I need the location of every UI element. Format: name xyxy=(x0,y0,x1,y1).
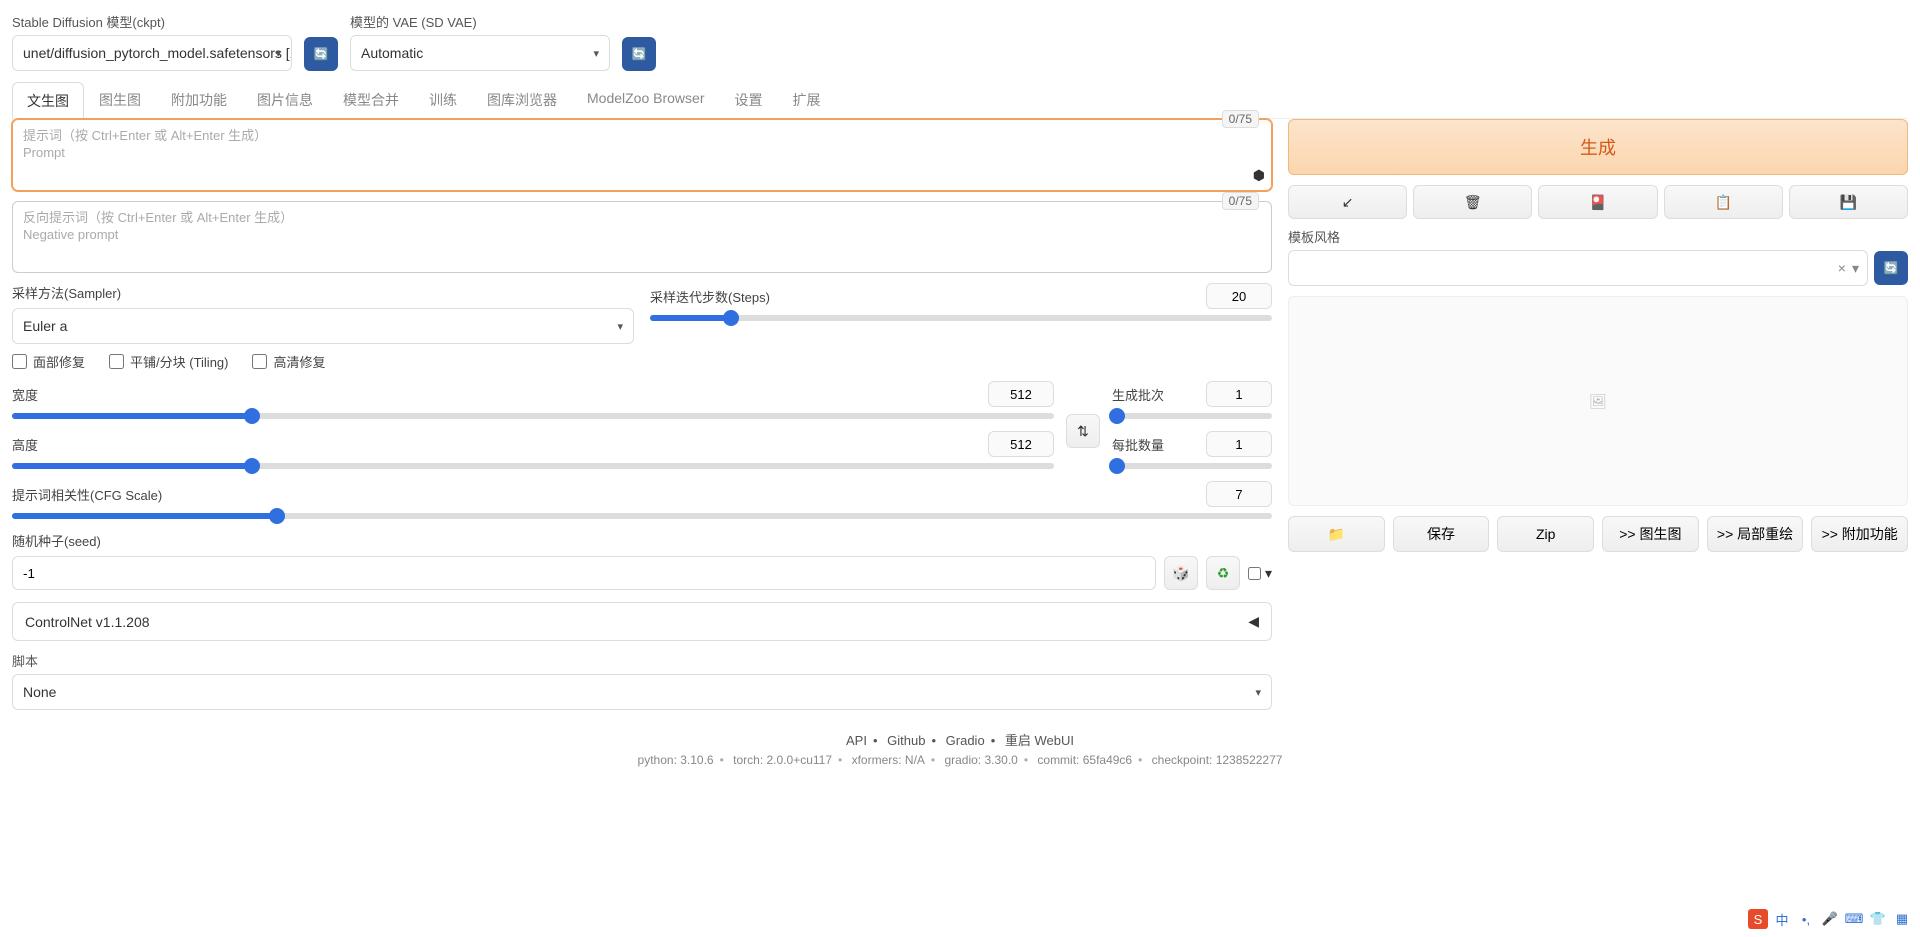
batch-count-slider[interactable] xyxy=(1112,413,1272,419)
seed-input[interactable] xyxy=(12,556,1156,590)
output-gallery[interactable]: 🖼 xyxy=(1288,296,1908,506)
hires-checkbox[interactable]: 高清修复 xyxy=(252,352,325,371)
send-extras-button[interactable]: >> 附加功能 xyxy=(1811,516,1908,552)
script-label: 脚本 xyxy=(12,651,1272,670)
script-select[interactable]: None xyxy=(12,674,1272,710)
generate-button[interactable]: 生成 xyxy=(1288,119,1908,175)
batch-size-slider[interactable] xyxy=(1112,463,1272,469)
tab-settings[interactable]: 设置 xyxy=(720,81,778,118)
tab-img2img[interactable]: 图生图 xyxy=(84,81,156,118)
tab-extras[interactable]: 附加功能 xyxy=(156,81,242,118)
tiling-checkbox[interactable]: 平铺/分块 (Tiling) xyxy=(109,352,228,371)
image-placeholder-icon: 🖼 xyxy=(1589,393,1607,410)
footer-api-link[interactable]: API xyxy=(846,733,867,748)
neg-placeholder-2: Negative prompt xyxy=(23,227,1261,244)
footer-gradio-link[interactable]: Gradio xyxy=(946,733,985,748)
tab-train[interactable]: 训练 xyxy=(414,81,472,118)
controlnet-accordion[interactable]: ControlNet v1.1.208 ◀ xyxy=(12,602,1272,641)
save-button[interactable]: 保存 xyxy=(1393,516,1490,552)
seed-label: 随机种子(seed) xyxy=(12,531,1272,550)
cfg-label: 提示词相关性(CFG Scale) xyxy=(12,485,1196,504)
tab-pnginfo[interactable]: 图片信息 xyxy=(242,81,328,118)
footer: API• Github• Gradio• 重启 WebUI python: 3.… xyxy=(12,730,1908,767)
interrogate-button[interactable]: ↙ xyxy=(1288,185,1407,219)
ime-keyboard-icon[interactable]: ⌨ xyxy=(1844,909,1864,929)
save-style-button[interactable]: 💾 xyxy=(1789,185,1908,219)
accordion-arrow-icon: ◀ xyxy=(1248,613,1259,630)
version-commit: commit: 65fa49c6 xyxy=(1037,753,1132,767)
checkpoint-select[interactable]: unet/diffusion_pytorch_model.safetensors… xyxy=(12,35,292,71)
steps-input[interactable] xyxy=(1206,283,1272,309)
width-slider[interactable] xyxy=(12,413,1054,419)
styles-select[interactable]: ×▾ xyxy=(1288,250,1868,286)
steps-slider[interactable] xyxy=(650,315,1272,321)
seed-reuse-button[interactable]: ♻ xyxy=(1206,556,1240,590)
tab-modelzoo[interactable]: ModelZoo Browser xyxy=(572,81,720,118)
batch-size-label: 每批数量 xyxy=(1112,435,1196,454)
paste-button[interactable]: 📋 xyxy=(1664,185,1783,219)
vae-refresh-button[interactable]: 🔄 xyxy=(622,37,656,71)
sampler-label: 采样方法(Sampler) xyxy=(12,283,634,302)
ime-lang-icon[interactable]: 中 xyxy=(1772,909,1792,929)
main-tabs: 文生图 图生图 附加功能 图片信息 模型合并 训练 图库浏览器 ModelZoo… xyxy=(12,81,1908,119)
version-torch: torch: 2.0.0+cu117 xyxy=(733,753,832,767)
styles-label: 模板风格 xyxy=(1288,227,1908,246)
cfg-slider[interactable] xyxy=(12,513,1272,519)
version-python: python: 3.10.6 xyxy=(638,753,714,767)
clear-icon[interactable]: × xyxy=(1838,260,1846,276)
tab-checkpoint-merger[interactable]: 模型合并 xyxy=(328,81,414,118)
batch-count-input[interactable] xyxy=(1206,381,1272,407)
height-label: 高度 xyxy=(12,435,978,454)
ime-punct-icon[interactable]: •, xyxy=(1796,909,1816,929)
cfg-input[interactable] xyxy=(1206,481,1272,507)
footer-github-link[interactable]: Github xyxy=(887,733,925,748)
width-input[interactable] xyxy=(988,381,1054,407)
send-img2img-button[interactable]: >> 图生图 xyxy=(1602,516,1699,552)
ime-mic-icon[interactable]: 🎤 xyxy=(1820,909,1840,929)
open-folder-button[interactable]: 📁 xyxy=(1288,516,1385,552)
negative-prompt-textarea[interactable]: 0/75 反向提示词（按 Ctrl+Enter 或 Alt+Enter 生成） … xyxy=(12,201,1272,273)
neg-token-count: 0/75 xyxy=(1222,192,1259,210)
tab-image-browser[interactable]: 图库浏览器 xyxy=(472,81,572,118)
vae-label: 模型的 VAE (SD VAE) xyxy=(350,12,610,31)
controlnet-title: ControlNet v1.1.208 xyxy=(25,614,150,630)
sampler-select[interactable]: Euler a xyxy=(12,308,634,344)
prompt-placeholder-1: 提示词（按 Ctrl+Enter 或 Alt+Enter 生成） xyxy=(23,128,1261,145)
batch-size-input[interactable] xyxy=(1206,431,1272,457)
zip-button[interactable]: Zip xyxy=(1497,516,1594,552)
styles-refresh-button[interactable]: 🔄 xyxy=(1874,251,1908,285)
prompt-token-count: 0/75 xyxy=(1222,110,1259,128)
ime-logo-icon[interactable]: S xyxy=(1748,909,1768,929)
height-slider[interactable] xyxy=(12,463,1054,469)
checkpoint-label: Stable Diffusion 模型(ckpt) xyxy=(12,12,292,31)
batch-count-label: 生成批次 xyxy=(1112,385,1196,404)
steps-label: 采样迭代步数(Steps) xyxy=(650,287,1196,306)
ime-toolbar: S 中 •, 🎤 ⌨ 👕 ▦ xyxy=(1748,909,1912,929)
vae-select[interactable]: Automatic xyxy=(350,35,610,71)
extra-networks-button[interactable]: 🎴 xyxy=(1538,185,1657,219)
height-input[interactable] xyxy=(988,431,1054,457)
swap-dimensions-button[interactable]: ⇅ xyxy=(1066,414,1100,448)
face-restore-checkbox[interactable]: 面部修复 xyxy=(12,352,85,371)
tab-txt2img[interactable]: 文生图 xyxy=(12,82,84,119)
version-gradio: gradio: 3.30.0 xyxy=(944,753,1017,767)
send-inpaint-button[interactable]: >> 局部重绘 xyxy=(1707,516,1804,552)
version-xformers: xformers: N/A xyxy=(852,753,925,767)
prompt-placeholder-2: Prompt xyxy=(23,145,1261,162)
seed-extra-checkbox[interactable]: ▾ xyxy=(1248,565,1272,582)
neg-placeholder-1: 反向提示词（按 Ctrl+Enter 或 Alt+Enter 生成） xyxy=(23,210,1261,227)
footer-reload-link[interactable]: 重启 WebUI xyxy=(1005,733,1074,748)
ime-skin-icon[interactable]: 👕 xyxy=(1868,909,1888,929)
version-checkpoint: checkpoint: 1238522277 xyxy=(1152,753,1283,767)
chevron-down-icon: ▾ xyxy=(1852,260,1859,277)
seed-random-button[interactable]: 🎲 xyxy=(1164,556,1198,590)
ime-grid-icon[interactable]: ▦ xyxy=(1892,909,1912,929)
width-label: 宽度 xyxy=(12,385,978,404)
checkpoint-refresh-button[interactable]: 🔄 xyxy=(304,37,338,71)
tab-extensions[interactable]: 扩展 xyxy=(778,81,836,118)
prompt-textarea[interactable]: 0/75 提示词（按 Ctrl+Enter 或 Alt+Enter 生成） Pr… xyxy=(12,119,1272,191)
extra-networks-icon[interactable]: ⬢ xyxy=(1253,167,1265,184)
clear-prompt-button[interactable]: 🗑 xyxy=(1413,185,1532,219)
